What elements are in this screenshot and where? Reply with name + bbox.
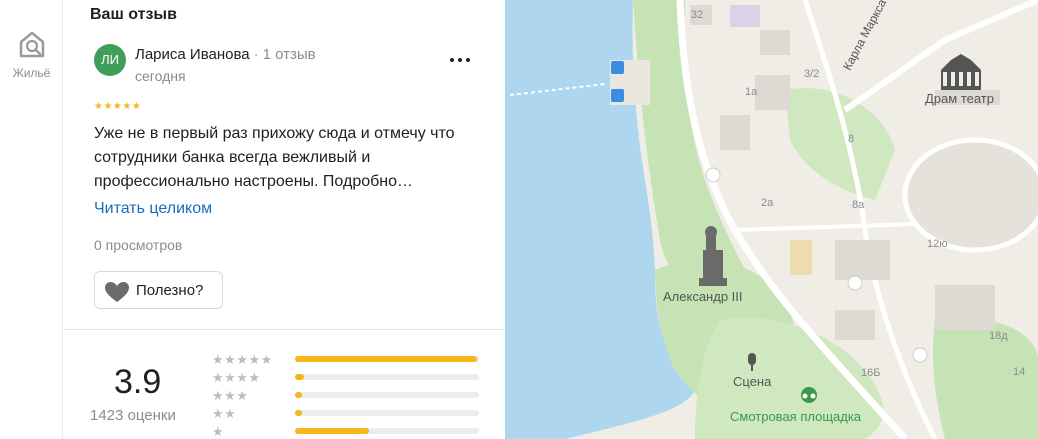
house-number: 2а — [761, 197, 774, 209]
map[interactable]: 32 3/2 1а 8 2а 8а 12ю 16Б 18д 14 Карла М… — [505, 0, 1038, 439]
house-number: 8а — [852, 199, 865, 211]
rating-bar-track — [295, 428, 479, 434]
monument-label[interactable]: Александр III — [663, 289, 743, 304]
house-number: 18д — [989, 330, 1008, 342]
building — [720, 115, 750, 150]
app-root: Жильё Ваш отзыв ЛИ Лариса Иванова · 1 отзы… — [0, 0, 1038, 439]
left-rail: Жильё — [0, 0, 63, 439]
rating-row-1: ★ — [212, 424, 502, 439]
review-panel: Ваш отзыв ЛИ Лариса Иванова · 1 отзыв сего… — [64, 0, 504, 439]
rating-bar-track — [295, 392, 479, 398]
rating-row-3: ★★★ — [212, 388, 502, 403]
stadium — [902, 137, 1038, 253]
review-text: Уже не в первый раз прихожу сюда и отмеч… — [94, 125, 455, 190]
ferry-stop-icon[interactable] — [611, 61, 624, 74]
house-number: 1а — [745, 86, 758, 98]
building — [835, 240, 890, 280]
house-number: 8 — [848, 133, 855, 145]
review-rating-stars: ★★★★★ — [94, 101, 142, 112]
rating-row-4: ★★★★ — [212, 370, 502, 385]
author-name[interactable]: Лариса Иванова — [135, 46, 250, 63]
rating-bar-fill — [295, 410, 303, 416]
rating-row-stars: ★ — [212, 424, 225, 439]
building — [790, 240, 812, 275]
rating-row-stars: ★★★ — [212, 388, 249, 403]
rail-item-housing[interactable]: Жильё — [0, 26, 63, 80]
rail-item-housing-label: Жильё — [12, 66, 51, 80]
poi-pin-icon[interactable] — [847, 275, 863, 291]
heart-icon — [105, 282, 129, 302]
rating-bar-track — [295, 356, 479, 362]
rating-row-2: ★★ — [212, 406, 502, 421]
rating-bar-track — [295, 410, 479, 416]
review-author: Лариса Иванова · 1 отзыв — [135, 46, 316, 63]
building — [730, 5, 760, 27]
rating-bar-fill — [295, 374, 305, 380]
rating-row-stars: ★★ — [212, 406, 237, 421]
rating-row-5: ★★★★★ — [212, 352, 502, 367]
rating-row-stars: ★★★★ — [212, 370, 261, 385]
poi-pin-icon[interactable] — [912, 347, 928, 363]
read-more-link[interactable]: Читать целиком — [94, 200, 212, 218]
poi-pin-icon[interactable] — [705, 167, 721, 183]
useful-button[interactable]: Полезно? — [94, 271, 223, 309]
stage-label[interactable]: Сцена — [733, 374, 771, 389]
rating-score: 3.9 — [114, 363, 162, 401]
rating-bar-track — [295, 374, 479, 380]
review-views: 0 просмотров — [94, 237, 183, 253]
more-options-icon[interactable] — [448, 46, 472, 70]
house-number: 3/2 — [804, 68, 820, 80]
rating-row-stars: ★★★★★ — [212, 352, 273, 367]
review-date: сегодня — [135, 68, 186, 84]
rating-bar-fill — [295, 392, 303, 398]
panel-title: Ваш отзыв — [90, 6, 177, 23]
house-number: 14 — [1013, 366, 1026, 378]
house-number: 32 — [691, 9, 704, 21]
theatre-label[interactable]: Драм театр — [925, 91, 994, 106]
binoculars-icon[interactable] — [801, 387, 817, 403]
house-number: 16Б — [861, 367, 881, 379]
building — [935, 285, 995, 330]
useful-button-label: Полезно? — [136, 282, 204, 299]
section-divider — [64, 329, 504, 330]
house-number: 12ю — [927, 238, 948, 250]
map-canvas — [505, 0, 1038, 439]
author-separator: · — [253, 46, 259, 63]
avatar[interactable]: ЛИ — [94, 44, 126, 76]
building — [760, 30, 790, 55]
park-east — [933, 317, 1038, 439]
rating-count: 1423 оценки — [90, 407, 176, 424]
author-reviews-count: 1 отзыв — [262, 46, 316, 63]
viewpoint-label[interactable]: Смотровая площадка — [730, 409, 861, 424]
ferry-stop-icon[interactable] — [611, 89, 624, 102]
rating-bar-fill — [295, 428, 369, 434]
rating-bar-fill — [295, 356, 478, 362]
home-search-icon — [19, 31, 44, 58]
building — [755, 75, 790, 110]
building — [835, 310, 875, 340]
